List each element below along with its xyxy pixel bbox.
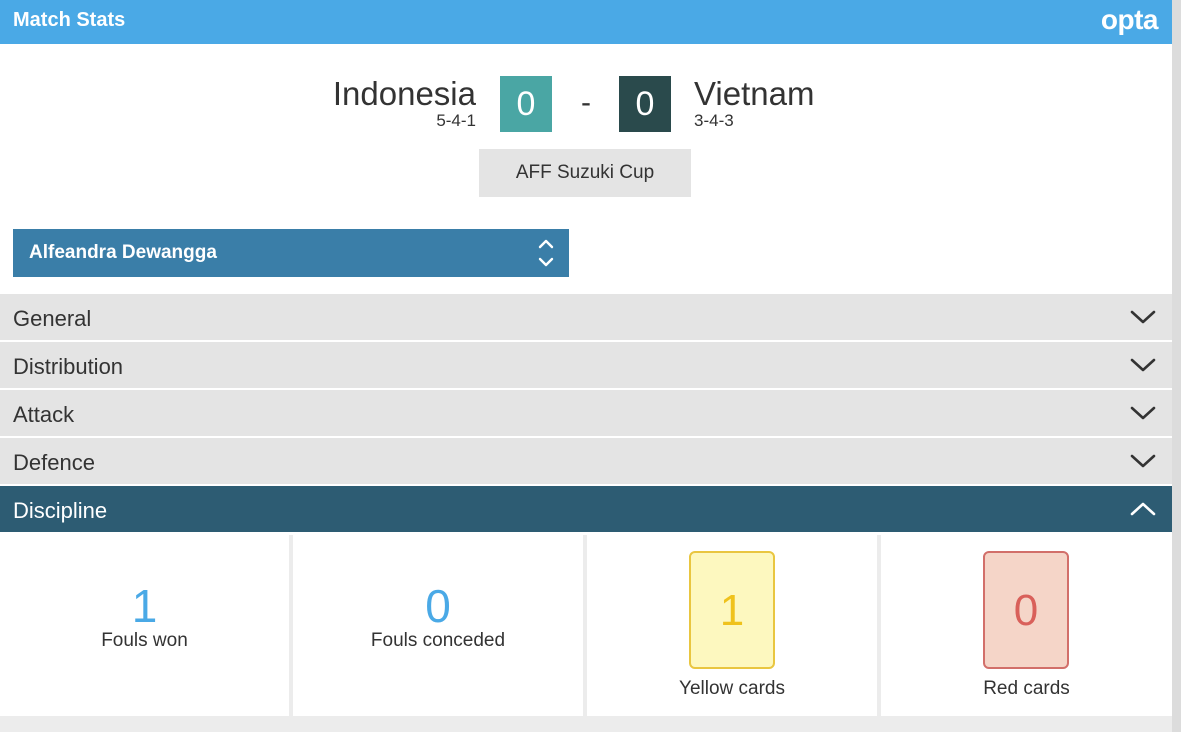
red-card-icon: 0 [983, 551, 1069, 669]
section-label: Distribution [13, 354, 124, 379]
home-score: 0 [500, 76, 552, 132]
away-team-formation: 3-4-3 [694, 111, 734, 130]
chevron-down-icon [1130, 454, 1156, 468]
section-label: General [13, 306, 92, 331]
chevron-up-icon [1130, 502, 1156, 516]
stat-label: Fouls conceded [370, 630, 506, 651]
home-team: Indonesia 5-4-1 [333, 76, 476, 130]
stat-red-cards: 0 Red cards [881, 535, 1172, 715]
stat-fouls-won: 1 Fouls won [0, 535, 289, 715]
section-defence[interactable]: Defence [0, 438, 1172, 484]
section-distribution[interactable]: Distribution [0, 342, 1172, 388]
player-select[interactable]: Alfeandra Dewangga [13, 229, 569, 277]
score-separator: - [581, 86, 591, 119]
section-general[interactable]: General [0, 294, 1172, 340]
home-team-name: Indonesia [332, 75, 476, 112]
stat-label: Fouls won [101, 630, 188, 651]
yellow-card-icon: 1 [689, 551, 775, 669]
away-score: 0 [619, 76, 671, 132]
section-attack[interactable]: Attack [0, 390, 1172, 436]
section-label: Attack [13, 402, 75, 427]
away-team: Vietnam 3-4-3 [694, 76, 814, 130]
stat-value: 0 [425, 580, 451, 632]
stat-fouls-conceded: 0 Fouls conceded [293, 535, 583, 715]
match-stats-widget: Match Stats opta Indonesia 5-4-1 0 - 0 V… [0, 0, 1172, 716]
stat-label: Red cards [983, 678, 1070, 699]
away-team-name: Vietnam [694, 75, 815, 112]
stat-label: Yellow cards [679, 678, 785, 699]
stat-yellow-cards: 1 Yellow cards [587, 535, 877, 715]
up-down-chevron-icon [538, 239, 554, 267]
page-scroll-rail [1172, 0, 1181, 732]
section-label: Discipline [13, 498, 108, 523]
player-select-value: Alfeandra Dewangga [29, 242, 217, 263]
header-bar: Match Stats opta [0, 0, 1172, 44]
competition-label: AFF Suzuki Cup [479, 149, 691, 197]
opta-logo: opta [1100, 4, 1159, 35]
chevron-down-icon [1130, 406, 1156, 420]
home-team-formation: 5-4-1 [436, 111, 476, 130]
header-title: Match Stats [13, 9, 126, 31]
section-label: Defence [13, 450, 95, 475]
section-discipline[interactable]: Discipline [0, 486, 1172, 532]
stat-value: 1 [131, 580, 158, 632]
chevron-down-icon [1130, 358, 1156, 372]
chevron-down-icon [1130, 310, 1156, 324]
